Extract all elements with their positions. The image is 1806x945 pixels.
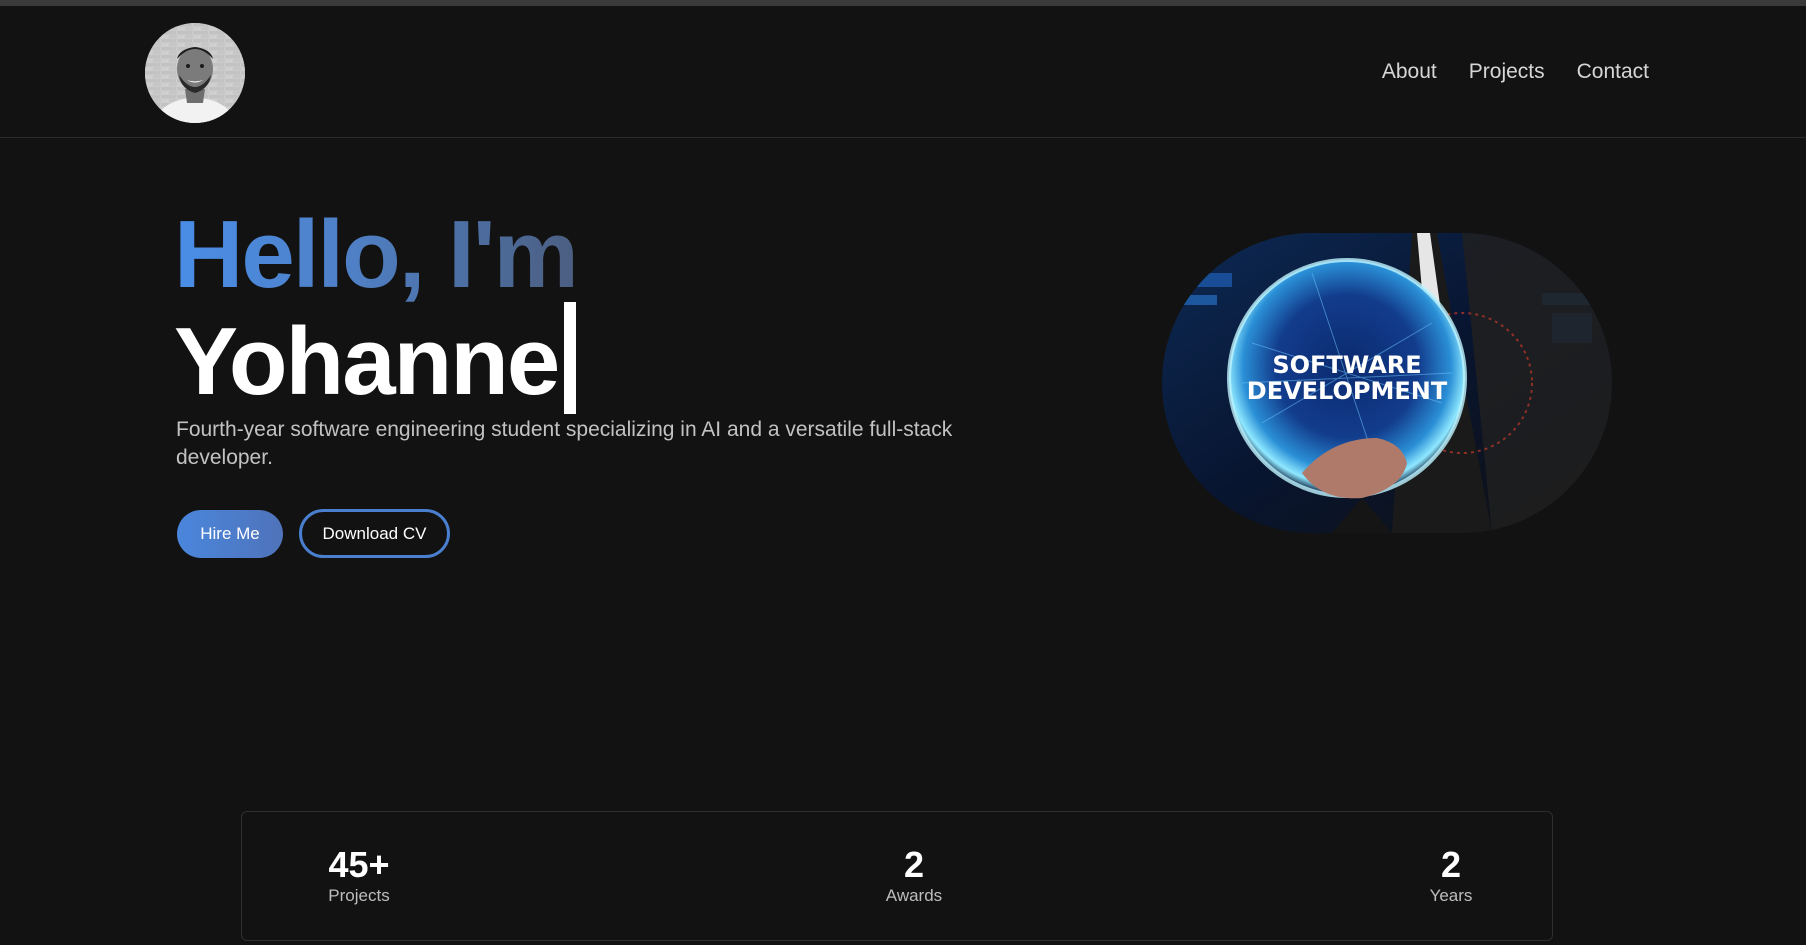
hero-image: SOFTWARE DEVELOPMENT: [1162, 233, 1612, 533]
nav-link-about[interactable]: About: [1382, 60, 1437, 84]
nav-link-contact[interactable]: Contact: [1577, 60, 1649, 84]
image-text-software: SOFTWARE: [1272, 351, 1421, 379]
stat-value: 45+: [328, 844, 390, 885]
download-cv-button[interactable]: Download CV: [299, 509, 450, 558]
nav-link-projects[interactable]: Projects: [1469, 60, 1545, 84]
stat-label: Years: [1429, 886, 1473, 905]
main-nav: About Projects Contact: [1382, 60, 1649, 84]
hero-greeting: Hello, I'm: [174, 201, 579, 308]
avatar[interactable]: [145, 23, 245, 123]
hero-name-line: Yohanne: [174, 302, 577, 415]
hero-subtitle: Fourth-year software engineering student…: [176, 418, 953, 469]
stat-label: Projects: [328, 886, 390, 905]
stat-value: 2: [903, 844, 925, 885]
stats-panel: 45+ Projects 2 Awards 2 Years: [241, 811, 1553, 941]
site-header: About Projects Contact: [0, 6, 1806, 138]
hero-name: Yohanne: [174, 308, 560, 415]
stat-years: 2 Years: [1371, 845, 1531, 907]
stat-awards: 2 Awards: [834, 845, 994, 907]
hire-me-button[interactable]: Hire Me: [177, 510, 283, 558]
typing-cursor: [564, 302, 577, 414]
stat-projects: 45+ Projects: [279, 845, 439, 907]
image-text-development: DEVELOPMENT: [1247, 377, 1448, 405]
avatar-photo: [145, 23, 245, 123]
stat-value: 2: [1440, 844, 1462, 885]
stat-label: Awards: [885, 886, 943, 905]
